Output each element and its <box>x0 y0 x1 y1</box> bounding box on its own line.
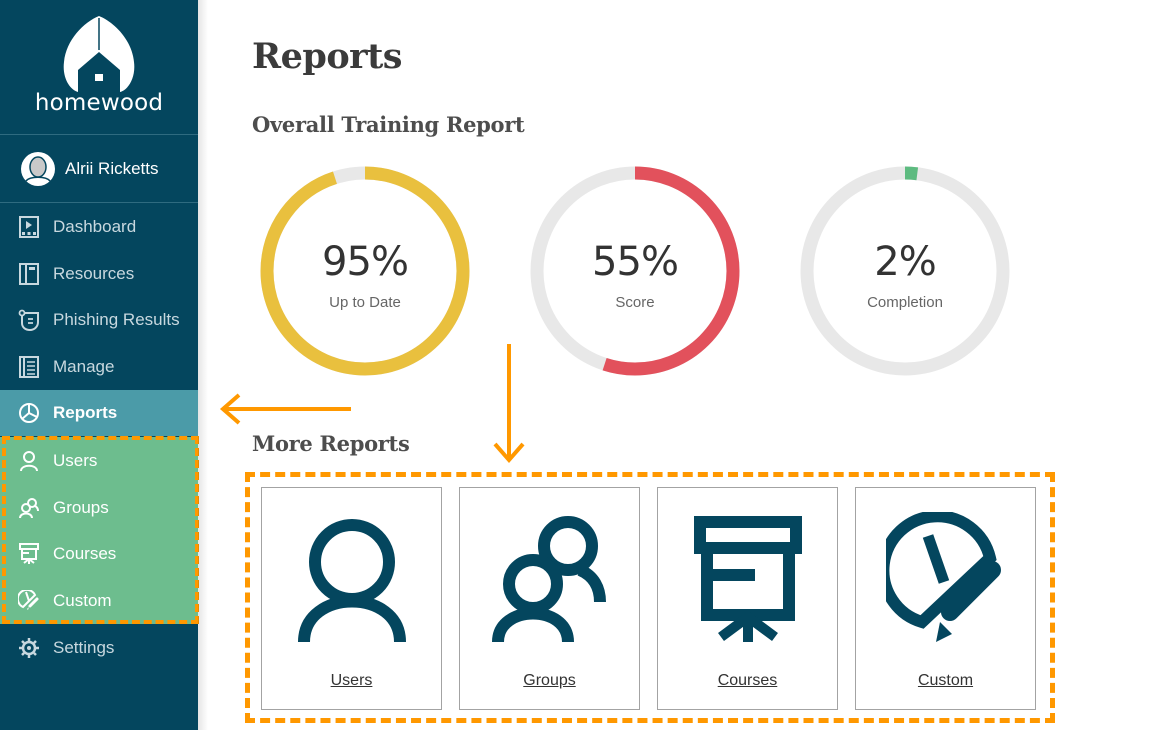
sidebar-subitem-courses[interactable]: Courses <box>0 531 198 577</box>
sidebar-item-label: Resources <box>53 264 135 283</box>
sidebar-item-resources[interactable]: Resources <box>0 251 198 297</box>
sidebar-item-label: Settings <box>53 638 115 657</box>
sidebar-item-label: Courses <box>53 544 117 563</box>
report-card-link[interactable]: Custom <box>856 672 1035 690</box>
reports-submenu: Users Groups Courses Custom <box>0 437 198 624</box>
sidebar-item-label: Users <box>53 451 98 470</box>
sidebar-subitem-groups[interactable]: Groups <box>0 485 198 531</box>
brand-name: homewood <box>34 90 164 116</box>
presentation-icon <box>19 543 39 564</box>
gauge-score: 55% Score <box>525 161 745 381</box>
sidebar-item-label: Phishing Results <box>53 310 180 329</box>
sidebar-item-dashboard[interactable]: Dashboard <box>0 204 198 250</box>
gauge-label: Up to Date <box>329 294 401 311</box>
report-card-link[interactable]: Groups <box>460 672 639 690</box>
report-card-link[interactable]: Users <box>262 672 441 690</box>
gauge-value: 95% <box>322 239 409 285</box>
sidebar-subitem-users[interactable]: Users <box>0 438 198 484</box>
sidebar-subitem-custom[interactable]: Custom <box>0 578 198 624</box>
gauge-label: Completion <box>867 294 943 311</box>
user-profile[interactable]: Alrii Ricketts <box>0 135 198 202</box>
arrow-left-annotation <box>219 393 351 425</box>
sidebar-item-label: Reports <box>53 403 118 422</box>
pie-chart-icon <box>19 403 39 423</box>
groups-icon <box>19 498 39 519</box>
gauge-label: Score <box>615 294 655 311</box>
logo[interactable]: homewood <box>0 0 198 134</box>
overall-report-title: Overall Training Report <box>252 112 525 137</box>
homewood-logo-icon <box>63 16 135 92</box>
resources-icon <box>19 263 39 285</box>
avatar-icon <box>21 152 55 186</box>
presentation-icon <box>694 516 802 642</box>
sidebar-item-label: Custom <box>53 591 112 610</box>
report-card-custom[interactable]: Custom <box>855 487 1036 710</box>
groups-icon <box>492 516 606 643</box>
sidebar-item-reports[interactable]: Reports <box>0 390 198 436</box>
gauge-value: 2% <box>874 239 936 285</box>
sidebar-item-label: Manage <box>53 357 115 376</box>
sidebar-item-label: Groups <box>53 498 109 517</box>
report-card-users[interactable]: Users <box>261 487 442 710</box>
gear-icon <box>19 638 39 658</box>
arrow-down-annotation <box>493 344 525 464</box>
report-card-courses[interactable]: Courses <box>657 487 838 710</box>
more-reports-title: More Reports <box>252 431 410 456</box>
sidebar-item-manage[interactable]: Manage <box>0 344 198 390</box>
gauge-up-to-date: 95% Up to Date <box>255 161 475 381</box>
dashboard-icon <box>19 216 39 238</box>
report-card-link[interactable]: Courses <box>658 672 837 690</box>
sidebar-item-phishing-results[interactable]: Phishing Results <box>0 297 198 343</box>
gauge-value: 55% <box>592 239 679 285</box>
sidebar: homewood Alrii Ricketts Dashboard Resour… <box>0 0 199 730</box>
phishing-icon <box>18 309 39 331</box>
sidebar-item-settings[interactable]: Settings <box>0 625 198 671</box>
divider <box>0 202 198 203</box>
sidebar-item-label: Dashboard <box>53 217 137 236</box>
user-icon <box>298 519 406 643</box>
user-name: Alrii Ricketts <box>65 159 159 178</box>
report-card-groups[interactable]: Groups <box>459 487 640 710</box>
gauge-completion: 2% Completion <box>795 161 1015 381</box>
user-icon <box>20 451 38 472</box>
page-title: Reports <box>252 36 402 77</box>
sidebar-shadow <box>198 0 208 730</box>
manage-icon <box>19 356 39 378</box>
custom-report-icon <box>886 512 1001 642</box>
custom-report-icon <box>18 590 39 610</box>
